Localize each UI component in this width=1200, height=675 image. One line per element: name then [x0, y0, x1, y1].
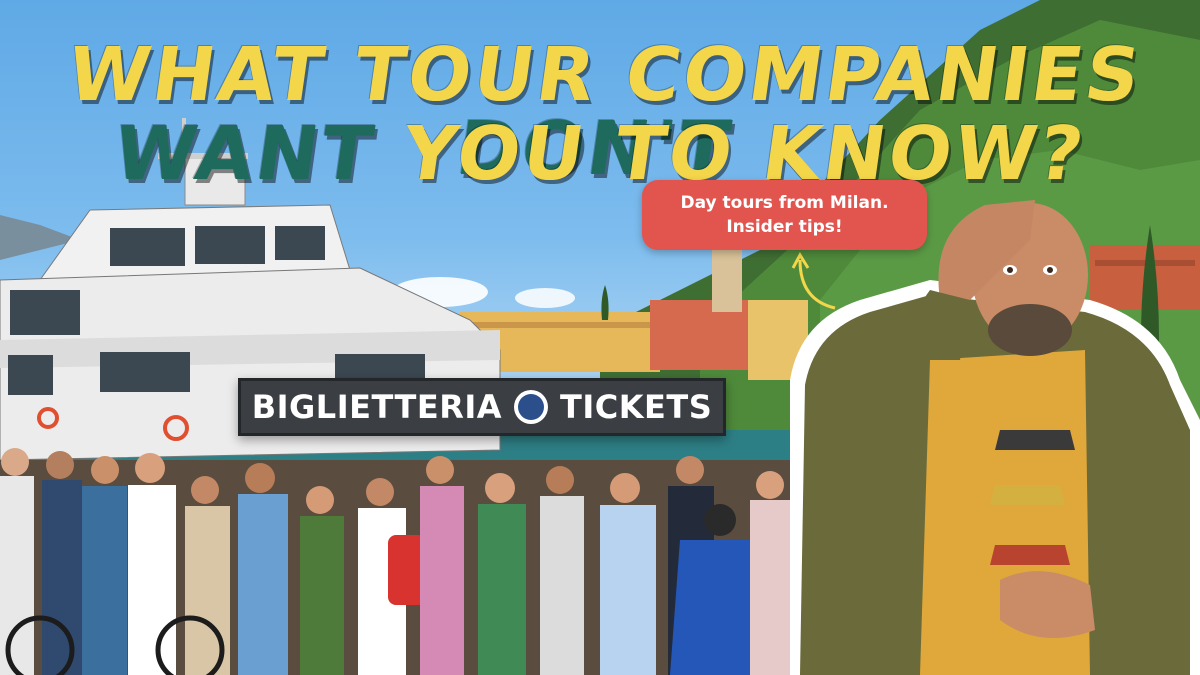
- thumbnail-scene: BIGLIETTERIA TICKETS WHAT TOUR COMPANIES…: [0, 0, 1200, 675]
- tip-line-2: Insider tips!: [726, 217, 843, 237]
- headline-part-want: WANT: [108, 111, 381, 197]
- insider-tips-bubble: Day tours from Milan. Insider tips!: [642, 180, 927, 250]
- headline-line-2: WANT YOU TO KNOW?: [0, 111, 1200, 197]
- tip-line-1: Day tours from Milan.: [680, 193, 889, 213]
